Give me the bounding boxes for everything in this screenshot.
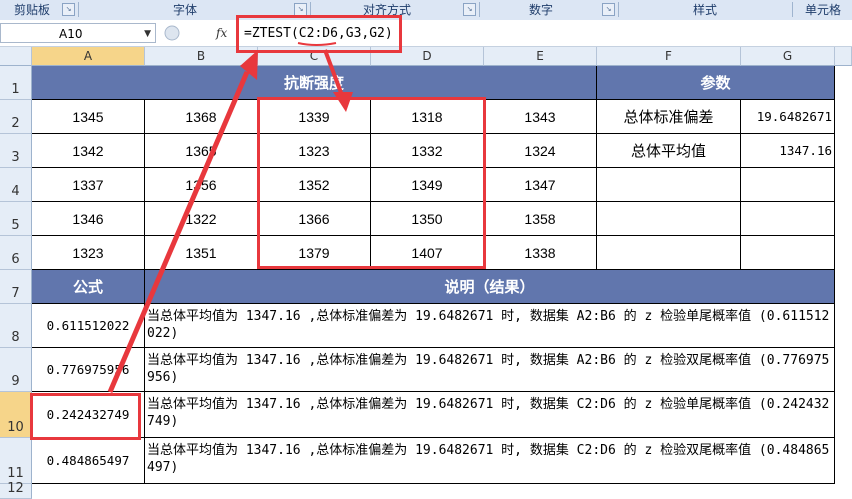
row-header-2[interactable]: 2 bbox=[0, 100, 32, 134]
data-cell[interactable]: 1339 bbox=[258, 100, 371, 134]
data-cell[interactable]: 1349 bbox=[371, 168, 484, 202]
data-cell[interactable]: 1366 bbox=[258, 202, 371, 236]
data-cell[interactable]: 1343 bbox=[484, 100, 597, 134]
data-cell[interactable]: 1347 bbox=[484, 168, 597, 202]
strength-header-cell[interactable]: 抗断强度 bbox=[32, 66, 597, 100]
row-header-6[interactable]: 6 bbox=[0, 236, 32, 270]
name-box[interactable]: A10 ▼ bbox=[0, 23, 156, 43]
data-cell[interactable]: 1368 bbox=[145, 100, 258, 134]
dialog-launcher-icon[interactable]: ↘ bbox=[463, 3, 476, 16]
column-header-a[interactable]: A bbox=[32, 47, 145, 66]
data-cell[interactable]: 1338 bbox=[484, 236, 597, 270]
data-cell[interactable]: 1351 bbox=[145, 236, 258, 270]
desc-header-cell[interactable]: 说明（结果） bbox=[145, 270, 835, 304]
data-cell[interactable]: 1356 bbox=[145, 168, 258, 202]
result-desc-cell[interactable]: 当总体平均值为 1347.16 ,总体标准偏差为 19.6482671 时, 数… bbox=[145, 438, 835, 484]
ribbon-separator bbox=[78, 2, 79, 17]
data-cell[interactable]: 1323 bbox=[258, 134, 371, 168]
param-value-cell[interactable]: 1347.16 bbox=[741, 134, 835, 168]
empty-cell[interactable] bbox=[741, 202, 835, 236]
row-header-4[interactable]: 4 bbox=[0, 168, 32, 202]
result-value-cell[interactable]: 0.484865497 bbox=[32, 438, 145, 484]
ribbon-group-cells[interactable]: 单元格 bbox=[794, 0, 852, 19]
dialog-launcher-icon[interactable]: ↘ bbox=[62, 3, 75, 16]
formula-input[interactable]: =ZTEST(C2:D6,G3,G2) bbox=[244, 26, 393, 41]
dialog-launcher-icon[interactable]: ↘ bbox=[602, 3, 615, 16]
ribbon-separator bbox=[792, 2, 793, 17]
row-header-12[interactable]: 12 bbox=[0, 481, 32, 499]
data-cell[interactable]: 1346 bbox=[32, 202, 145, 236]
column-header-c[interactable]: C bbox=[258, 47, 371, 66]
dialog-launcher-icon[interactable]: ↘ bbox=[294, 3, 307, 16]
ribbon-group-number[interactable]: 数字 bbox=[481, 0, 601, 19]
data-cell[interactable]: 1352 bbox=[258, 168, 371, 202]
ribbon-separator bbox=[479, 2, 480, 17]
ribbon-group-clipboard[interactable]: 剪贴板 bbox=[0, 0, 64, 19]
row-header-1[interactable]: 1 bbox=[0, 66, 32, 100]
name-box-value: A10 bbox=[59, 27, 83, 41]
param-label-cell[interactable]: 总体标准偏差 bbox=[597, 100, 741, 134]
result-value-cell-active[interactable]: 0.242432749 bbox=[32, 392, 145, 438]
result-desc-cell[interactable]: 当总体平均值为 1347.16 ,总体标准偏差为 19.6482671 时, 数… bbox=[145, 304, 835, 348]
formula-underline bbox=[297, 42, 337, 46]
formula-bar: A10 ▼ fx =ZTEST(C2:D6,G3,G2) bbox=[0, 20, 852, 47]
ribbon: 剪贴板 ↘ 字体 ↘ 对齐方式 ↘ 数字 ↘ 样式 单元格 bbox=[0, 0, 852, 21]
row-header-7[interactable]: 7 bbox=[0, 270, 32, 304]
data-cell[interactable]: 1358 bbox=[484, 202, 597, 236]
result-desc-cell[interactable]: 当总体平均值为 1347.16 ,总体标准偏差为 19.6482671 时, 数… bbox=[145, 392, 835, 438]
row-header-10[interactable]: 10 bbox=[0, 392, 32, 438]
data-cell[interactable]: 1324 bbox=[484, 134, 597, 168]
column-header-d[interactable]: D bbox=[371, 47, 484, 66]
param-label-cell[interactable]: 总体平均值 bbox=[597, 134, 741, 168]
column-header-g[interactable]: G bbox=[741, 47, 835, 66]
data-cell[interactable]: 1332 bbox=[371, 134, 484, 168]
ribbon-separator bbox=[618, 2, 619, 17]
ribbon-separator bbox=[310, 2, 311, 17]
insert-function-button[interactable]: fx bbox=[216, 26, 227, 40]
ribbon-group-styles[interactable]: 样式 bbox=[620, 0, 790, 19]
chevron-down-icon[interactable]: ▼ bbox=[144, 24, 151, 44]
column-header-b[interactable]: B bbox=[145, 47, 258, 66]
row-header-9[interactable]: 9 bbox=[0, 348, 32, 392]
data-cell[interactable]: 1379 bbox=[258, 236, 371, 270]
select-all-corner[interactable] bbox=[0, 47, 32, 66]
result-desc-cell[interactable]: 当总体平均值为 1347.16 ,总体标准偏差为 19.6482671 时, 数… bbox=[145, 348, 835, 392]
row-header-8[interactable]: 8 bbox=[0, 304, 32, 348]
row-header-3[interactable]: 3 bbox=[0, 134, 32, 168]
data-cell[interactable]: 1365 bbox=[145, 134, 258, 168]
data-cell[interactable]: 1322 bbox=[145, 202, 258, 236]
data-cell[interactable]: 1318 bbox=[371, 100, 484, 134]
result-value-cell[interactable]: 0.611512022 bbox=[32, 304, 145, 348]
empty-cell[interactable] bbox=[597, 202, 741, 236]
column-header-h[interactable] bbox=[835, 47, 852, 66]
formula-header-cell[interactable]: 公式 bbox=[32, 270, 145, 304]
result-value-cell[interactable]: 0.776975956 bbox=[32, 348, 145, 392]
param-value-cell[interactable]: 19.6482671 bbox=[741, 100, 835, 134]
ribbon-group-alignment[interactable]: 对齐方式 bbox=[312, 0, 462, 19]
formula-bar-divider-icon bbox=[164, 25, 180, 41]
row-header-5[interactable]: 5 bbox=[0, 202, 32, 236]
data-cell[interactable]: 1350 bbox=[371, 202, 484, 236]
data-cell[interactable]: 1337 bbox=[32, 168, 145, 202]
empty-cell[interactable] bbox=[597, 168, 741, 202]
column-header-e[interactable]: E bbox=[484, 47, 597, 66]
column-header-f[interactable]: F bbox=[597, 47, 741, 66]
row-header-11[interactable]: 11 bbox=[0, 438, 32, 484]
data-cell[interactable]: 1345 bbox=[32, 100, 145, 134]
ribbon-group-font[interactable]: 字体 bbox=[80, 0, 290, 19]
empty-cell[interactable] bbox=[597, 236, 741, 270]
empty-cell[interactable] bbox=[741, 168, 835, 202]
empty-cell[interactable] bbox=[741, 236, 835, 270]
data-cell[interactable]: 1342 bbox=[32, 134, 145, 168]
data-cell[interactable]: 1407 bbox=[371, 236, 484, 270]
fx-area: fx bbox=[160, 23, 238, 43]
param-header-cell[interactable]: 参数 bbox=[597, 66, 835, 100]
data-cell[interactable]: 1323 bbox=[32, 236, 145, 270]
